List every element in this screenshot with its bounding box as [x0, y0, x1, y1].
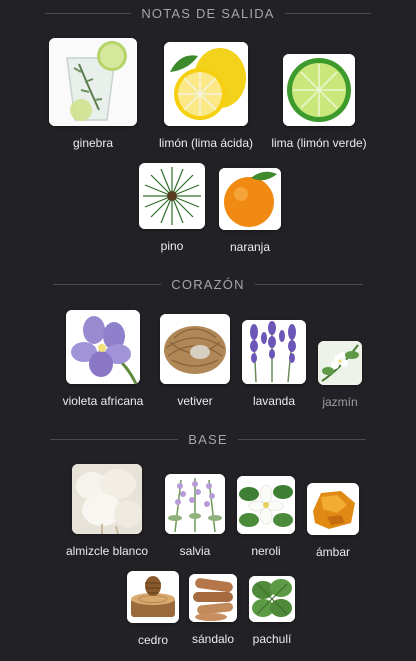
- lavanda-image: [242, 320, 306, 384]
- jazmin-label: jazmín: [322, 395, 358, 409]
- cedro-image: [127, 571, 179, 623]
- limon-label: limón (lima ácida): [158, 136, 254, 150]
- limon-image: [164, 42, 248, 126]
- pino-label: pino: [160, 239, 184, 253]
- note-sandalo[interactable]: sándalo: [186, 574, 240, 646]
- note-ginebra[interactable]: ginebra: [30, 38, 156, 150]
- section-title: BASE: [188, 432, 228, 447]
- lima-image: [283, 54, 355, 126]
- note-salvia[interactable]: salvia: [162, 474, 228, 558]
- lima-label: lima (limón verde): [271, 136, 367, 150]
- note-limon[interactable]: limón (lima ácida): [146, 42, 266, 150]
- note-violeta[interactable]: violeta africana: [56, 310, 150, 408]
- divider: [284, 13, 371, 14]
- pino-image: [139, 163, 205, 229]
- naranja-image: [219, 168, 281, 230]
- salvia-image: [165, 474, 225, 534]
- note-pino[interactable]: pino: [136, 163, 208, 253]
- lavanda-label: lavanda: [252, 394, 296, 408]
- note-naranja[interactable]: naranja: [214, 168, 286, 254]
- neroli-image: [237, 476, 295, 534]
- cedro-label: cedro: [137, 633, 169, 647]
- ambar-label: ámbar: [315, 545, 350, 559]
- section-top-notes: NOTAS DE SALIDA: [0, 6, 416, 21]
- divider: [254, 284, 363, 285]
- divider: [237, 439, 366, 440]
- violeta-image: [66, 310, 140, 384]
- ambar-image: [307, 483, 359, 535]
- vetiver-label: vetiver: [177, 394, 213, 408]
- almizcle-label: almizcle blanco: [65, 544, 149, 558]
- sandalo-label: sándalo: [191, 632, 235, 646]
- note-vetiver[interactable]: vetiver: [150, 314, 240, 408]
- neroli-label: neroli: [251, 544, 281, 558]
- pachuli-label: pachulí: [252, 632, 292, 646]
- section-title: CORAZÓN: [171, 277, 245, 292]
- section-base-notes: BASE: [0, 432, 416, 447]
- divider: [53, 284, 162, 285]
- salvia-label: salvia: [179, 544, 211, 558]
- vetiver-image: [160, 314, 230, 384]
- divider: [45, 13, 132, 14]
- note-lima[interactable]: lima (limón verde): [256, 54, 382, 150]
- note-cedro[interactable]: cedro: [126, 571, 180, 647]
- note-lavanda[interactable]: lavanda: [238, 320, 310, 408]
- section-title: NOTAS DE SALIDA: [141, 6, 275, 21]
- sandalo-image: [189, 574, 237, 622]
- note-jazmin[interactable]: jazmín: [308, 341, 372, 409]
- note-neroli[interactable]: neroli: [236, 476, 296, 558]
- jazmin-image: [318, 341, 362, 385]
- pachuli-image: [249, 576, 295, 622]
- ginebra-label: ginebra: [72, 136, 114, 150]
- violeta-label: violeta africana: [62, 394, 144, 408]
- note-ambar[interactable]: ámbar: [304, 483, 362, 559]
- note-pachuli[interactable]: pachulí: [246, 576, 298, 646]
- section-heart-notes: CORAZÓN: [0, 277, 416, 292]
- note-almizcle[interactable]: almizcle blanco: [52, 464, 162, 558]
- divider: [50, 439, 179, 440]
- ginebra-image: [49, 38, 137, 126]
- naranja-label: naranja: [229, 240, 271, 254]
- almizcle-image: [72, 464, 142, 534]
